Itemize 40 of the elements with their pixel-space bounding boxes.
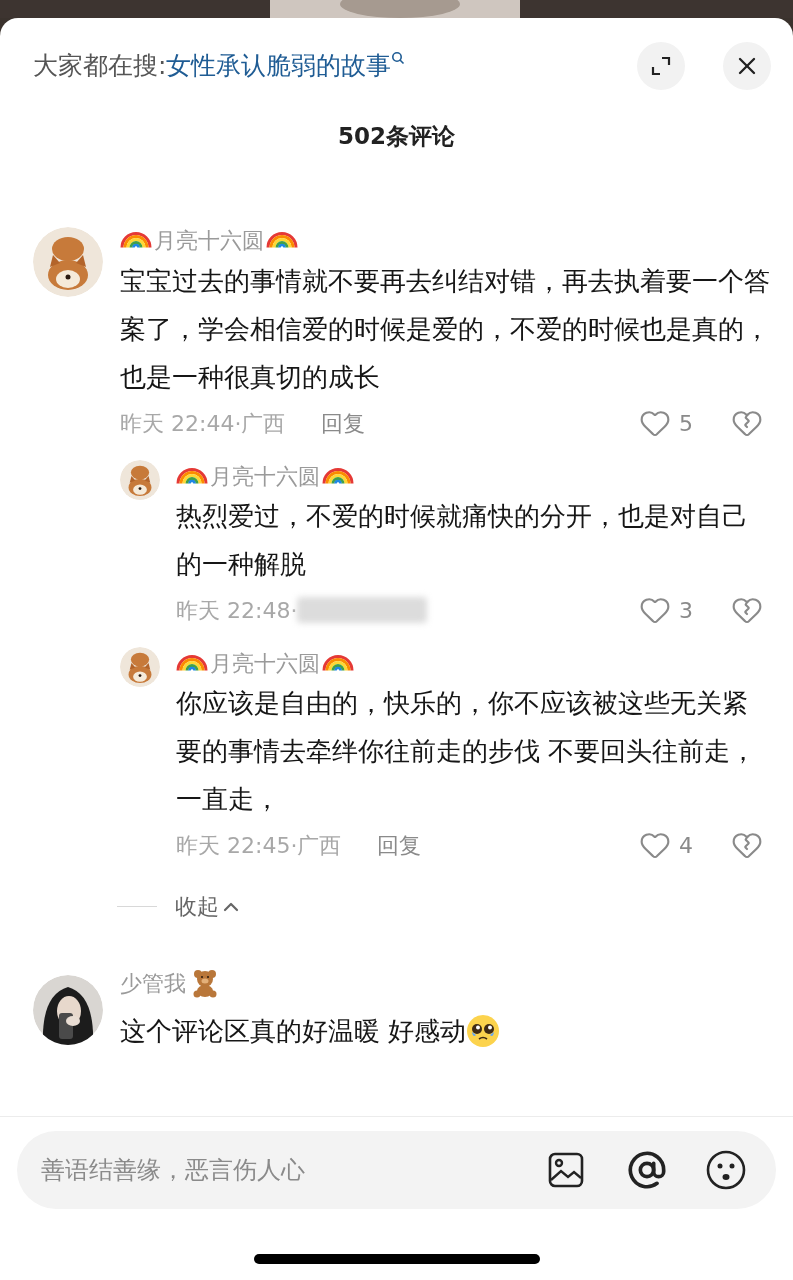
- rainbow-icon: [176, 468, 208, 484]
- rainbow-icon: [176, 655, 208, 671]
- comment-time: 昨天 22:45·广西: [176, 831, 342, 860]
- avatar[interactable]: [33, 975, 103, 1045]
- rainbow-icon: [120, 232, 152, 248]
- trending-label: 大家都在搜:: [33, 49, 167, 82]
- emoji-button[interactable]: [706, 1150, 746, 1190]
- pleading-face-icon: [466, 1014, 501, 1048]
- reply-button[interactable]: 回复: [377, 828, 422, 862]
- comment-text: 宝宝过去的事情就不要再去纠结对错，再去执着要一个答案了，学会相信爱的时候是爱的，不爱的时候也是真的，也是一种很真切的成长: [120, 265, 771, 394]
- expand-button[interactable]: [637, 41, 685, 90]
- collapse-button[interactable]: 收起: [175, 890, 243, 923]
- comment-count: 502条评论: [337, 122, 456, 151]
- expand-icon: [650, 54, 672, 77]
- mention-button[interactable]: [627, 1150, 667, 1190]
- search-icon: [391, 50, 406, 65]
- emoji-icon: [706, 1150, 746, 1190]
- close-button[interactable]: [723, 41, 771, 90]
- username[interactable]: 少管我: [120, 966, 186, 1000]
- image-icon: [548, 1152, 584, 1188]
- username[interactable]: 月亮十六圆: [154, 223, 264, 257]
- rainbow-icon: [266, 232, 298, 248]
- trending-search-link[interactable]: 女性承认脆弱的故事: [166, 46, 406, 85]
- like-button[interactable]: 4: [639, 828, 693, 862]
- comment-text: 这个评论区真的好温暖 好感动: [120, 1015, 467, 1048]
- image-button[interactable]: [548, 1152, 584, 1188]
- at-sign-icon: [627, 1150, 667, 1190]
- username[interactable]: 月亮十六圆: [210, 646, 320, 680]
- rainbow-icon: [322, 468, 354, 484]
- comment-time: 昨天 22:44·广西: [120, 409, 286, 438]
- like-button[interactable]: 5: [639, 406, 693, 440]
- comment-input-field[interactable]: 善语结善缘，恶言伤人心: [17, 1131, 776, 1209]
- username[interactable]: 月亮十六圆: [210, 459, 320, 493]
- rainbow-icon: [322, 655, 354, 671]
- like-button[interactable]: 3: [639, 593, 693, 627]
- comment-text: 热烈爱过，不爱的时候就痛快的分开，也是对自己的一种解脱: [176, 500, 749, 581]
- comment-time: 昨天 22:48·: [176, 596, 298, 625]
- comment-text: 你应该是自由的，快乐的，你不应该被这些无关紧要的事情去牵绊你往前走的步伐 不要回头往前走，一直走，: [176, 687, 758, 816]
- reply-button[interactable]: 回复: [321, 406, 366, 440]
- comment-input[interactable]: 善语结善缘，恶言伤人心: [41, 1152, 540, 1188]
